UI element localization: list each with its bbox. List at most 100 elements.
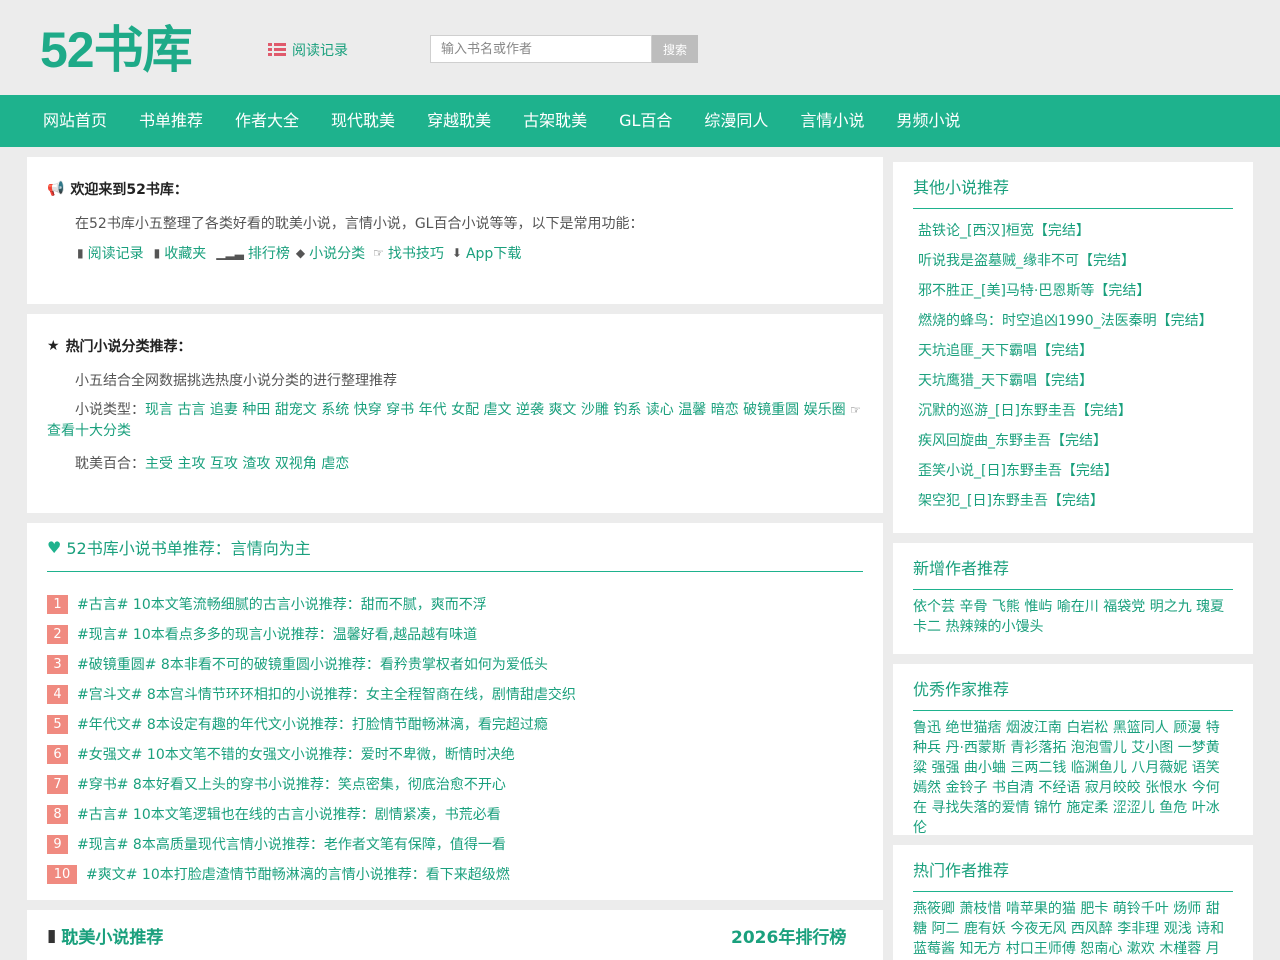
bl-category-link[interactable]: 互攻	[210, 456, 238, 472]
quick-link-tips[interactable]: 找书技巧	[388, 243, 444, 263]
list-item[interactable]: 5 #年代文# 8本设定有趣的年代文小说推荐：打脸情节酣畅淋漓，看完超过瘾	[47, 709, 863, 739]
site-logo[interactable]: 52书库	[40, 20, 193, 80]
list-item[interactable]: 疾风回旋曲_东野圭吾【完结】	[913, 426, 1233, 456]
good-authors-panel: 优秀作家推荐 鲁迅 绝世猫痞 烟波江南 白岩松 黑篮同人 顾漫 特种兵 丹·西蒙…	[893, 664, 1253, 838]
list-item-title[interactable]: #古言# 10本文笔流畅细腻的古言小说推荐：甜而不腻，爽而不浮	[77, 594, 487, 614]
list-item[interactable]: 天坑追匪_天下霸唱【完结】	[913, 336, 1233, 366]
list-item[interactable]: 1 #古言# 10本文笔流畅细腻的古言小说推荐：甜而不腻，爽而不浮	[47, 589, 863, 619]
list-item[interactable]: 3 #破镜重圆# 8本非看不可的破镜重圆小说推荐：看矜贵掌权者如何为爱低头	[47, 649, 863, 679]
list-item-title[interactable]: #穿书# 8本好看又上头的穿书小说推荐：笑点密集，彻底治愈不开心	[77, 774, 506, 794]
welcome-intro: 在52书库小五整理了各类好看的耽美小说，言情小说，GL百合小说等等，以下是常用功…	[75, 216, 644, 232]
list-item[interactable]: 沉默的巡游_[日]东野圭吾【完结】	[913, 396, 1233, 426]
category-link[interactable]: 破镜重圆	[743, 402, 799, 418]
category-link[interactable]: 追妻	[210, 402, 238, 418]
nav-item-male-fiction[interactable]: 男频小说	[880, 95, 976, 147]
list-item[interactable]: 听说我是盗墓贼_缘非不可【完结】	[913, 246, 1233, 276]
nav-item-modern-bl[interactable]: 现代耽美	[315, 95, 411, 147]
quick-link-app[interactable]: App下载	[466, 243, 521, 263]
bl-category-link[interactable]: 主攻	[177, 456, 205, 472]
good-authors-title: 优秀作家推荐	[913, 676, 1233, 711]
list-item-title[interactable]: #古言# 10本文笔逻辑也在线的古言小说推荐：剧情紧凑，书荒必看	[77, 804, 501, 824]
bl-gl-label: 耽美百合：	[75, 456, 145, 472]
book-icon: ▮	[47, 925, 57, 946]
nav-item-authors[interactable]: 作者大全	[219, 95, 315, 147]
quick-link-favorites[interactable]: 收藏夹	[164, 243, 206, 263]
nav-item-fanfic[interactable]: 综漫同人	[688, 95, 784, 147]
good-authors-list[interactable]: 鲁迅 绝世猫痞 烟波江南 白岩松 黑篮同人 顾漫 特种兵 丹·西蒙斯 青衫落拓 …	[913, 718, 1233, 838]
rank-badge: 2	[47, 624, 68, 644]
list-item-title[interactable]: #现言# 8本高质量现代言情小说推荐：老作者文笔有保障，值得一看	[77, 834, 506, 854]
category-link[interactable]: 沙雕	[581, 402, 609, 418]
list-item-title[interactable]: #年代文# 8本设定有趣的年代文小说推荐：打脸情节酣畅淋漓，看完超过瘾	[77, 714, 548, 734]
category-link[interactable]: 女配	[451, 402, 479, 418]
category-link[interactable]: 温馨	[678, 402, 706, 418]
list-item[interactable]: 2 #现言# 10本看点多多的现言小说推荐：温馨好看,越品越有味道	[47, 619, 863, 649]
category-link[interactable]: 逆袭	[516, 402, 544, 418]
quick-links: ▮ 阅读记录 ▮ 收藏夹 ▁▂▃ 排行榜 ◆ 小说分类 ☞ 找书技巧 ⬇ App…	[77, 243, 521, 263]
category-link[interactable]: 爽文	[548, 402, 576, 418]
bl-recommend-title[interactable]: 耽美小说推荐	[61, 923, 163, 948]
rank-badge: 6	[47, 744, 68, 764]
bl-category-link[interactable]: 主受	[145, 456, 173, 472]
nav-item-gl[interactable]: GL百合	[603, 95, 688, 147]
search-input[interactable]	[430, 35, 652, 63]
category-link[interactable]: 读心	[646, 402, 674, 418]
megaphone-icon: 📢	[47, 181, 65, 197]
list-item-title[interactable]: #破镜重圆# 8本非看不可的破镜重圆小说推荐：看矜贵掌权者如何为爱低头	[77, 654, 548, 674]
list-item-title[interactable]: #女强文# 10本文笔不错的女强文小说推荐：爱时不卑微，断情时决绝	[77, 744, 515, 764]
bl-category-link[interactable]: 虐恋	[321, 456, 349, 472]
book-icon: ▮	[77, 246, 84, 260]
nav-item-time-travel-bl[interactable]: 穿越耽美	[411, 95, 507, 147]
category-link[interactable]: 种田	[242, 402, 270, 418]
list-item-title[interactable]: #爽文# 10本打脸虐渣情节酣畅淋漓的言情小说推荐：看下来超级燃	[86, 864, 510, 884]
nav-item-booklists[interactable]: 书单推荐	[123, 95, 219, 147]
hot-authors-title: 热门作者推荐	[913, 857, 1233, 892]
nav-item-ancient-bl[interactable]: 古架耽美	[507, 95, 603, 147]
category-link[interactable]: 年代	[419, 402, 447, 418]
nav-item-home[interactable]: 网站首页	[27, 95, 123, 147]
rank-badge: 4	[47, 684, 68, 704]
category-link[interactable]: 系统	[321, 402, 349, 418]
new-authors-list[interactable]: 依个芸 辛骨 飞熊 惟屿 喻在川 福袋党 明之九 瑰夏 卡二 热辣辣的小馒头	[913, 597, 1233, 637]
list-item[interactable]: 歪笑小说_[日]东野圭吾【完结】	[913, 456, 1233, 486]
list-item[interactable]: 6 #女强文# 10本文笔不错的女强文小说推荐：爱时不卑微，断情时决绝	[47, 739, 863, 769]
list-item-title[interactable]: #现言# 10本看点多多的现言小说推荐：温馨好看,越品越有味道	[77, 624, 477, 644]
bl-category-link[interactable]: 渣攻	[242, 456, 270, 472]
list-item[interactable]: 邪不胜正_[美]马特·巴恩斯等【完结】	[913, 276, 1233, 306]
search-button[interactable]: 搜索	[652, 35, 698, 63]
quick-link-ranking[interactable]: 排行榜	[248, 243, 290, 263]
quick-link-history[interactable]: 阅读记录	[88, 243, 144, 263]
list-item[interactable]: 架空犯_[日]东野圭吾【完结】	[913, 486, 1233, 516]
nav-item-romance[interactable]: 言情小说	[784, 95, 880, 147]
reading-history-link[interactable]: 阅读记录	[268, 40, 348, 60]
hot-authors-list[interactable]: 燕筱卿 萧枝惜 啃苹果的猫 肥卡 萌铃千叶 炀师 甜糖 阿二 鹿有妖 今夜无风 …	[913, 899, 1233, 960]
category-link[interactable]: 虐文	[484, 402, 512, 418]
category-link[interactable]: 娱乐圈	[804, 402, 846, 418]
category-link[interactable]: 钓系	[613, 402, 641, 418]
welcome-title: 📢 欢迎来到52书库：	[47, 181, 188, 198]
list-item[interactable]: 4 #宫斗文# 8本宫斗情节环环相扣的小说推荐：女主全程智商在线，剧情甜虐交织	[47, 679, 863, 709]
welcome-panel: 📢 欢迎来到52书库： 在52书库小五整理了各类好看的耽美小说，言情小说，GL百…	[27, 157, 883, 304]
bl-category-link[interactable]: 双视角	[275, 456, 317, 472]
list-item[interactable]: 盐铁论_[西汉]桓宽【完结】	[913, 216, 1233, 246]
top-categories-link[interactable]: 查看十大分类	[47, 423, 131, 439]
rank-badge: 10	[47, 864, 77, 884]
category-link[interactable]: 现言	[145, 402, 173, 418]
category-link[interactable]: 古言	[177, 402, 205, 418]
list-item[interactable]: 7 #穿书# 8本好看又上头的穿书小说推荐：笑点密集，彻底治愈不开心	[47, 769, 863, 799]
category-link[interactable]: 甜宠文	[275, 402, 317, 418]
list-item[interactable]: 燃烧的蜂鸟：时空追凶1990_法医秦明【完结】	[913, 306, 1233, 336]
list-item[interactable]: 10 #爽文# 10本打脸虐渣情节酣畅淋漓的言情小说推荐：看下来超级燃	[47, 859, 863, 889]
category-link[interactable]: 穿书	[386, 402, 414, 418]
thumbs-up-icon: ☞	[850, 403, 861, 417]
quick-link-categories[interactable]: 小说分类	[309, 243, 365, 263]
list-item-title[interactable]: #宫斗文# 8本宫斗情节环环相扣的小说推荐：女主全程智商在线，剧情甜虐交织	[77, 684, 576, 704]
list-item[interactable]: 天坑鹰猎_天下霸唱【完结】	[913, 366, 1233, 396]
ranking-year-link[interactable]: 2026年排行榜	[731, 923, 846, 948]
list-item[interactable]: 9 #现言# 8本高质量现代言情小说推荐：老作者文笔有保障，值得一看	[47, 829, 863, 859]
category-link[interactable]: 快穿	[354, 402, 382, 418]
category-link[interactable]: 暗恋	[711, 402, 739, 418]
booklist-panel: ♥ 52书库小说书单推荐：言情向为主 1 #古言# 10本文笔流畅细腻的古言小说推…	[27, 523, 883, 900]
list-item[interactable]: 8 #古言# 10本文笔逻辑也在线的古言小说推荐：剧情紧凑，书荒必看	[47, 799, 863, 829]
hot-categories-panel: ★ 热门小说分类推荐： 小五结合全网数据挑选热度小说分类的进行整理推荐 小说类型…	[27, 314, 883, 513]
